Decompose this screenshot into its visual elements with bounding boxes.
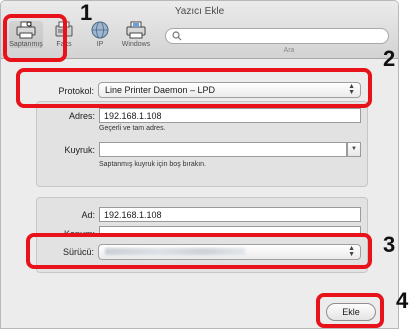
queue-dropdown-button[interactable]: ▼ [347, 142, 361, 157]
address-hint: Geçerli ve tam adres. [99, 125, 166, 132]
step-number-1: 1 [80, 0, 93, 25]
address-label: Adres: [68, 111, 95, 121]
address-group: Adres: 192.168.1.108 Geçerli ve tam adre… [36, 101, 368, 187]
toolbar-windows-label: Windows [121, 41, 151, 48]
highlight-step-3 [26, 233, 372, 269]
name-label: Ad: [81, 210, 95, 220]
queue-label: Kuyruk: [64, 145, 95, 155]
globe-icon [91, 21, 109, 39]
step-number-4: 4 [396, 288, 409, 313]
toolbar-windows-button[interactable]: Windows [119, 21, 153, 48]
toolbar-ip-label: IP [96, 41, 104, 48]
search-label: Ara [283, 47, 295, 54]
chevron-down-icon: ▼ [351, 146, 357, 152]
windows-printer-icon [126, 21, 146, 39]
search-icon [172, 31, 182, 41]
toolbar-ip-button[interactable]: IP [83, 21, 117, 48]
search-field[interactable] [165, 28, 389, 44]
name-field[interactable]: 192.168.1.108 [99, 207, 361, 222]
queue-field[interactable] [99, 142, 347, 157]
queue-hint: Saptanmış kuyruk için boş bırakın. [99, 161, 206, 168]
highlight-step-4 [316, 293, 384, 328]
highlight-step-2 [16, 68, 372, 108]
step-number-2: 2 [383, 46, 396, 71]
step-number-3: 3 [383, 232, 396, 257]
highlight-step-1 [3, 14, 67, 62]
address-field[interactable]: 192.168.1.108 [99, 108, 361, 123]
